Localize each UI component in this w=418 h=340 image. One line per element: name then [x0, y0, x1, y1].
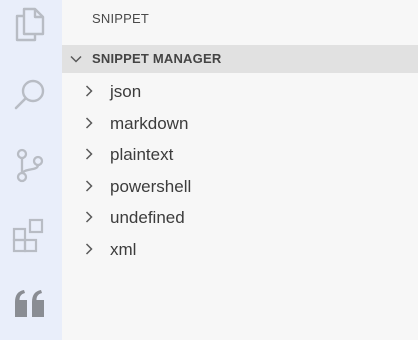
tree-item-label: undefined — [110, 208, 185, 228]
tree-item-label: json — [110, 82, 142, 101]
chevron-right-icon — [85, 180, 93, 192]
vscode-window: SNIPPET SNIPPET MANAGER json markdown pl… — [0, 0, 418, 340]
tree-item-json[interactable]: json — [62, 76, 418, 108]
snippet-manager-section-header[interactable]: SNIPPET MANAGER — [62, 45, 418, 73]
chevron-right-icon — [85, 85, 93, 97]
chevron-right-icon — [85, 211, 93, 223]
tree-item-markdown[interactable]: markdown — [62, 108, 418, 140]
tree-item-xml[interactable]: xml — [62, 234, 418, 266]
chevron-right-icon — [85, 117, 93, 129]
activity-bar — [0, 0, 62, 340]
tree-item-undefined[interactable]: undefined — [62, 202, 418, 234]
tree-item-label: markdown — [110, 113, 189, 133]
snippet-quote-icon[interactable] — [10, 284, 50, 324]
tree-item-label: powershell — [110, 176, 192, 196]
sidebar-title: SNIPPET — [92, 11, 150, 26]
source-control-icon[interactable] — [10, 145, 50, 185]
snippet-tree: json markdown plaintext powershell undef… — [62, 76, 418, 266]
chevron-down-icon — [70, 55, 82, 63]
extensions-icon[interactable] — [10, 215, 50, 255]
tree-item-label: xml — [110, 239, 137, 259]
tree-item-plaintext[interactable]: plaintext — [62, 139, 418, 171]
search-icon[interactable] — [10, 75, 50, 115]
tree-item-powershell[interactable]: powershell — [62, 171, 418, 203]
chevron-right-icon — [85, 243, 93, 255]
section-title: SNIPPET MANAGER — [92, 51, 222, 66]
chevron-right-icon — [85, 148, 93, 160]
sidebar: SNIPPET SNIPPET MANAGER json markdown pl… — [62, 0, 418, 340]
tree-item-label: plaintext — [110, 145, 174, 165]
explorer-icon[interactable] — [10, 4, 50, 44]
